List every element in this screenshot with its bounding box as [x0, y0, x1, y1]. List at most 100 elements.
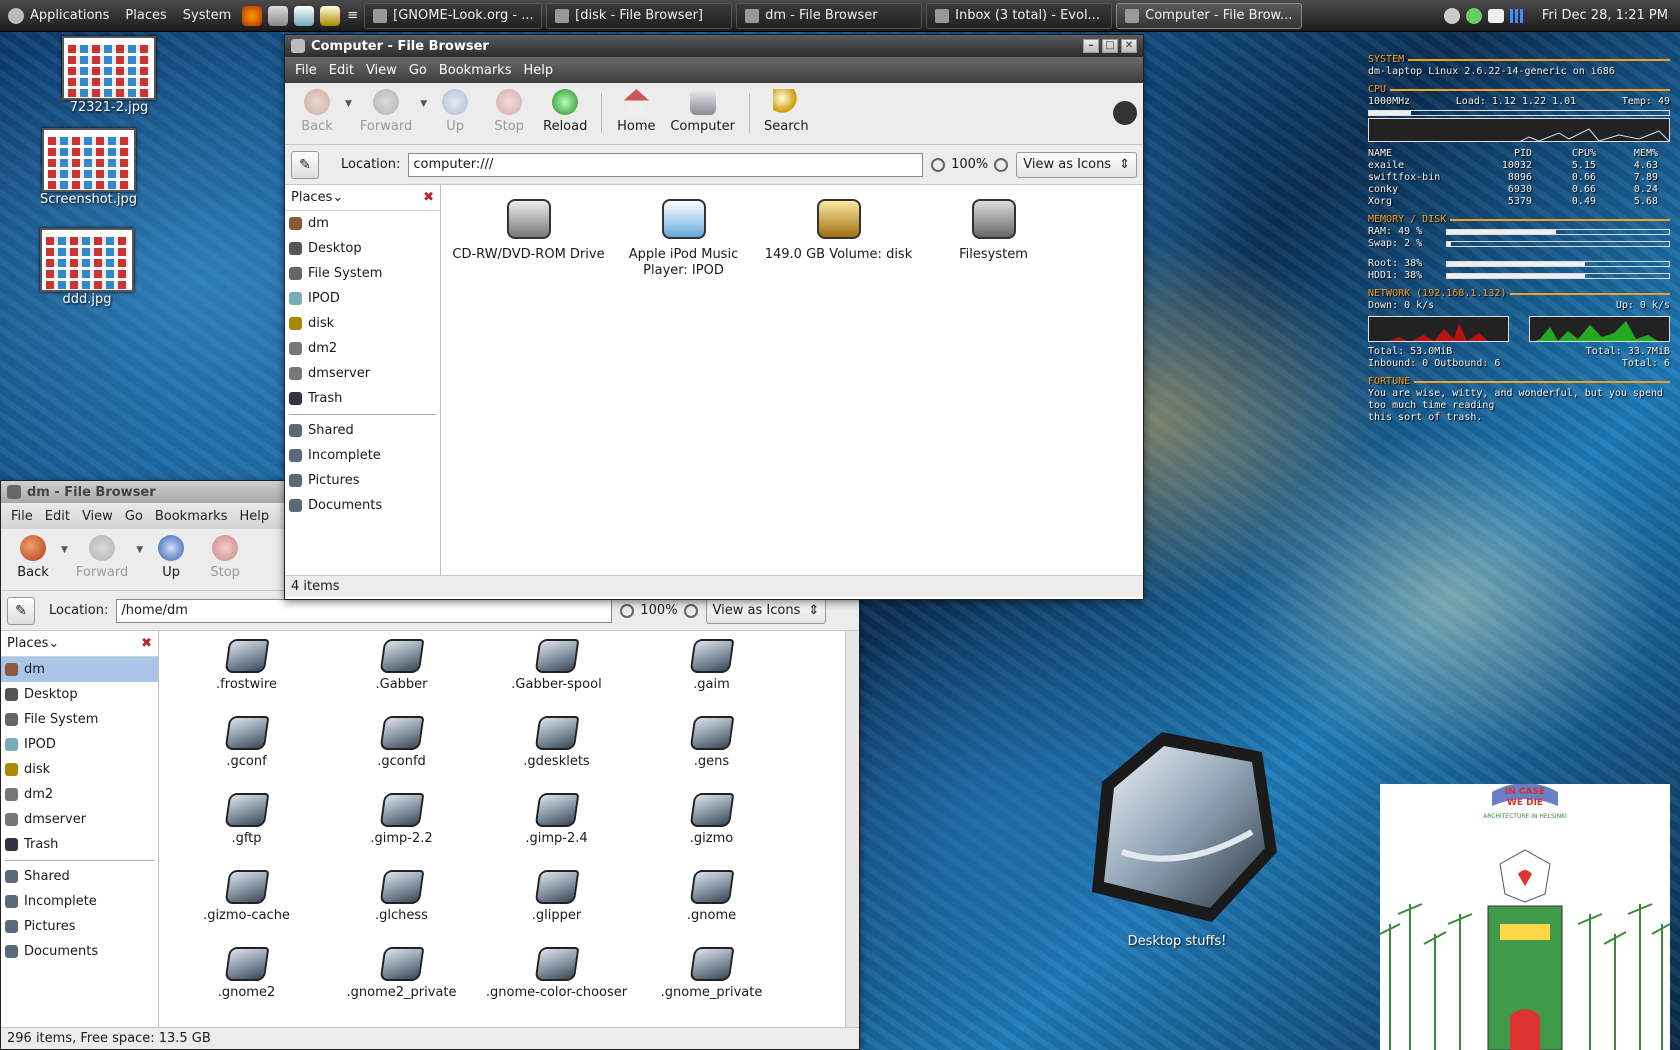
- places-header[interactable]: Places ⌄ ✖: [1, 631, 158, 657]
- drive-item[interactable]: Filesystem: [916, 193, 1071, 279]
- bookmark-pictures[interactable]: Pictures: [285, 468, 440, 493]
- bookmark-documents[interactable]: Documents: [285, 493, 440, 518]
- menu-file[interactable]: File: [289, 63, 323, 78]
- back-history-dropdown[interactable]: ▼: [345, 99, 352, 109]
- drive-item[interactable]: 149.0 GB Volume: disk: [761, 193, 916, 279]
- folder-item[interactable]: .gdesklets: [479, 712, 634, 785]
- folder-item[interactable]: .gconf: [169, 712, 324, 785]
- computer-file-browser-window[interactable]: Computer - File Browser – □ ✕ File Edit View…: [284, 34, 1144, 600]
- back-button[interactable]: Back: [7, 533, 59, 580]
- sidebar-item-dm2[interactable]: dm2: [285, 336, 440, 361]
- folder-item[interactable]: .frostwire: [169, 635, 324, 708]
- zoom-out-icon[interactable]: [931, 157, 946, 172]
- forward-button[interactable]: Forward: [354, 87, 418, 134]
- sidebar-item-desktop[interactable]: Desktop: [285, 236, 440, 261]
- sidebar-item-trash[interactable]: Trash: [285, 386, 440, 411]
- drive-item[interactable]: Apple iPod Music Player: IPOD: [606, 193, 761, 279]
- view-mode-select[interactable]: View as Icons ⇕: [1016, 151, 1137, 178]
- menu-view[interactable]: View: [360, 63, 403, 78]
- task-computer-browser[interactable]: Computer - File Brow...: [1116, 2, 1303, 29]
- sidebar-item-file-system[interactable]: File System: [1, 707, 158, 732]
- forward-history-dropdown[interactable]: ▼: [420, 99, 427, 109]
- menu-view[interactable]: View: [76, 509, 119, 524]
- stop-button[interactable]: Stop: [199, 533, 251, 580]
- menu-go[interactable]: Go: [119, 509, 149, 524]
- folder-item[interactable]: .gnome2: [169, 943, 324, 1016]
- folder-item[interactable]: .gnome: [634, 866, 789, 939]
- toggle-location-icon[interactable]: ✎: [291, 150, 319, 179]
- sidebar-item-dmserver[interactable]: dmserver: [285, 361, 440, 386]
- back-button[interactable]: Back: [291, 87, 343, 134]
- sidebar-item-trash[interactable]: Trash: [1, 832, 158, 857]
- folder-item[interactable]: .glchess: [324, 866, 479, 939]
- zoom-in-icon[interactable]: [683, 603, 698, 618]
- reload-button[interactable]: Reload: [537, 87, 593, 134]
- up-button[interactable]: Up: [145, 533, 197, 580]
- task-gnome-look[interactable]: [GNOME-Look.org - ...: [364, 2, 543, 29]
- menu-edit[interactable]: Edit: [323, 63, 360, 78]
- bookmark-documents[interactable]: Documents: [1, 939, 158, 964]
- search-button[interactable]: Search: [758, 87, 815, 134]
- menu-go[interactable]: Go: [403, 63, 433, 78]
- toggle-location-icon[interactable]: ✎: [7, 596, 35, 625]
- folder-item[interactable]: .glipper: [479, 866, 634, 939]
- close-sidebar-icon[interactable]: ✖: [423, 190, 434, 205]
- desktop-file-ddd[interactable]: ddd.jpg: [40, 228, 134, 307]
- bookmark-shared[interactable]: Shared: [1, 864, 158, 889]
- stop-button[interactable]: Stop: [483, 87, 535, 134]
- computer-titlebar[interactable]: Computer - File Browser – □ ✕: [285, 35, 1143, 57]
- zoom-out-icon[interactable]: [620, 603, 635, 618]
- folder-item[interactable]: .gizmo: [634, 789, 789, 862]
- folder-item[interactable]: .gimp-2.4: [479, 789, 634, 862]
- folder-item[interactable]: .gizmo-cache: [169, 866, 324, 939]
- zoom-level[interactable]: 100%: [640, 603, 677, 618]
- sidebar-item-dm[interactable]: dm: [1, 657, 158, 682]
- folder-item[interactable]: .gnome2_private: [324, 943, 479, 1016]
- menu-help[interactable]: Help: [233, 509, 275, 524]
- clock[interactable]: Fri Dec 28, 1:21 PM: [1542, 8, 1668, 23]
- back-history-dropdown[interactable]: ▼: [61, 545, 68, 555]
- folder-item[interactable]: .gnome_private: [634, 943, 789, 1016]
- disk-launcher-icon[interactable]: [320, 5, 341, 26]
- zoom-level[interactable]: 100%: [951, 157, 988, 172]
- sidebar-item-dm[interactable]: dm: [285, 211, 440, 236]
- folder-item[interactable]: .Gabber-spool: [479, 635, 634, 708]
- places-menu[interactable]: Places: [117, 0, 174, 32]
- computer-content[interactable]: CD-RW/DVD-ROM Drive Apple iPod Music Play…: [441, 185, 1143, 575]
- bookmark-shared[interactable]: Shared: [285, 418, 440, 443]
- firefox-launcher-icon[interactable]: [242, 5, 263, 26]
- applications-menu[interactable]: Applications: [0, 0, 117, 32]
- forward-history-dropdown[interactable]: ▼: [136, 545, 143, 555]
- sidebar-item-ipod[interactable]: IPOD: [1, 732, 158, 757]
- folder-item[interactable]: .gftp: [169, 789, 324, 862]
- desktop-file-72321[interactable]: 72321-2.jpg: [62, 36, 156, 115]
- folder-item[interactable]: .gimp-2.2: [324, 789, 479, 862]
- bookmark-incomplete[interactable]: Incomplete: [1, 889, 158, 914]
- system-menu[interactable]: System: [175, 0, 239, 32]
- menu-bookmarks[interactable]: Bookmarks: [149, 509, 234, 524]
- close-sidebar-icon[interactable]: ✖: [141, 636, 152, 651]
- folder-item[interactable]: .gconfd: [324, 712, 479, 785]
- computer-button[interactable]: Computer: [664, 87, 741, 134]
- folder-item[interactable]: .Gabber: [324, 635, 479, 708]
- bookmark-incomplete[interactable]: Incomplete: [285, 443, 440, 468]
- maximize-button[interactable]: □: [1102, 39, 1118, 53]
- play-icon[interactable]: [1443, 7, 1460, 24]
- up-button[interactable]: Up: [429, 87, 481, 134]
- zoom-in-icon[interactable]: [994, 157, 1009, 172]
- task-dm-browser[interactable]: dm - File Browser: [736, 2, 923, 29]
- location-input[interactable]: computer:///: [408, 152, 924, 177]
- close-button[interactable]: ✕: [1121, 39, 1137, 53]
- network-icon[interactable]: [1465, 7, 1482, 24]
- task-disk-browser[interactable]: [disk - File Browser]: [546, 2, 733, 29]
- mail-launcher-icon[interactable]: [268, 5, 289, 26]
- sidebar-item-ipod[interactable]: IPOD: [285, 286, 440, 311]
- location-input[interactable]: /home/dm: [116, 598, 613, 623]
- sidebar-item-disk[interactable]: disk: [1, 757, 158, 782]
- desktop-folder[interactable]: Desktop stuffs!: [1062, 722, 1292, 952]
- ipod-launcher-icon[interactable]: [294, 5, 315, 26]
- menu-bookmarks[interactable]: Bookmarks: [433, 63, 518, 78]
- drive-item[interactable]: CD-RW/DVD-ROM Drive: [451, 193, 606, 279]
- sidebar-item-desktop[interactable]: Desktop: [1, 682, 158, 707]
- desktop-file-screenshot[interactable]: Screenshot.jpg: [40, 128, 137, 207]
